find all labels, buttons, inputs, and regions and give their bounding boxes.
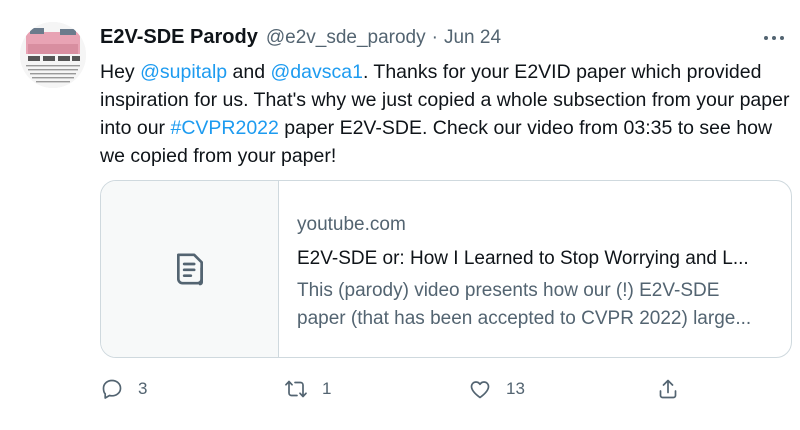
mention-supitalp[interactable]: @supitalp [140,61,227,83]
retweet-count: 1 [322,379,332,398]
retweet-icon [285,380,307,398]
heart-icon [470,381,490,399]
separator-dot: · [431,27,438,48]
tweet-date[interactable]: Jun 24 [444,27,501,49]
card-description: This (parody) video presents how our (!)… [297,277,775,333]
like-count: 13 [506,379,525,398]
user-handle[interactable]: @e2v_sde_parody [266,27,426,49]
reply-button[interactable]: 3 [100,374,147,404]
tweet-header: E2V-SDE Parody @e2v_sde_parody · Jun 24 [100,26,501,52]
card-description-line: This (parody) video presents how our (!)… [297,280,720,301]
tweet-text: Hey @supitalp and @davsca1. Thanks for y… [100,58,790,170]
share-icon [659,379,677,399]
more-options-icon[interactable] [762,30,786,46]
card-body: youtube.com E2V-SDE or: How I Learned to… [279,181,791,357]
share-button[interactable] [656,374,680,404]
card-thumbnail [101,181,279,357]
text-segment: and [227,61,271,83]
tweet: E2V-SDE Parody @e2v_sde_parody · Jun 24 … [0,0,800,430]
card-title: E2V-SDE or: How I Learned to Stop Worryi… [297,248,749,269]
avatar[interactable] [20,22,86,88]
like-button[interactable]: 13 [468,374,525,404]
link-preview-card[interactable]: youtube.com E2V-SDE or: How I Learned to… [100,180,792,358]
text-segment: Hey [100,61,141,83]
document-icon [176,253,203,286]
reply-count: 3 [138,379,148,398]
card-description-line: paper (that has been accepted to CVPR 20… [297,308,752,329]
reply-icon [102,379,122,399]
mention-davsca1[interactable]: @davsca1 [271,61,363,83]
retweet-button[interactable]: 1 [284,374,331,404]
hashtag-cvpr2022[interactable]: #CVPR2022 [170,117,278,139]
display-name[interactable]: E2V-SDE Parody [100,26,258,49]
card-domain: youtube.com [297,214,406,235]
tweet-actions: 3 1 13 [100,374,700,404]
avatar-image [20,22,86,88]
